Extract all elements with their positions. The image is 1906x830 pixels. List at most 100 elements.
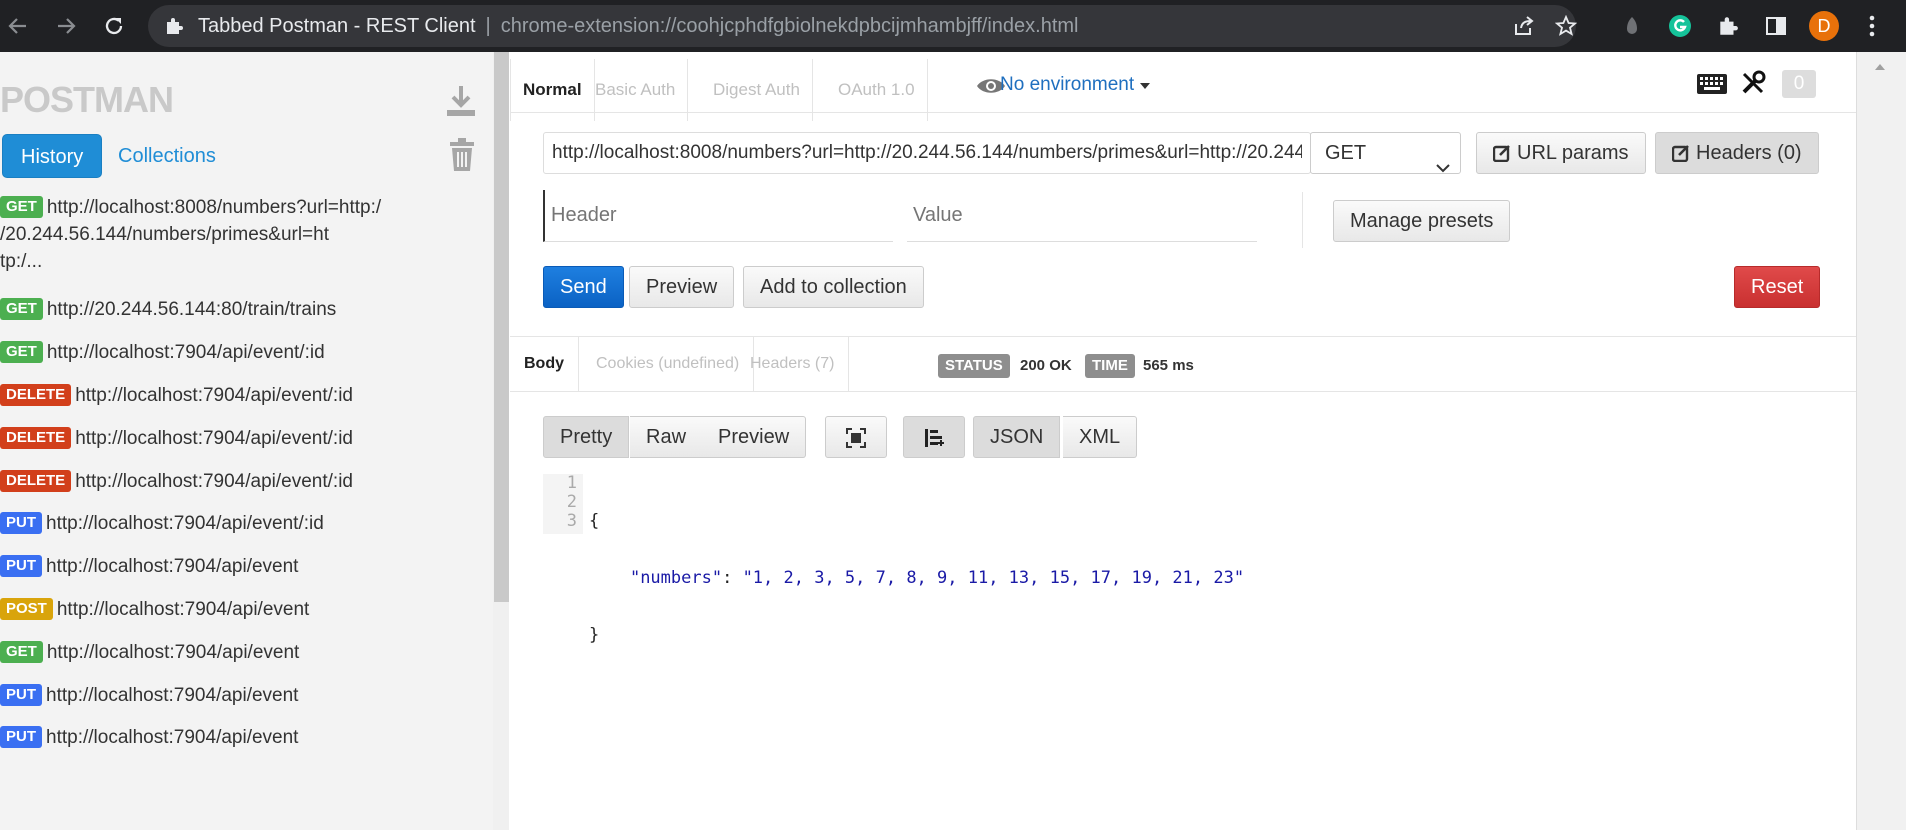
status-value: 200 OK <box>1020 357 1072 374</box>
history-item[interactable]: POST http://localhost:7904/api/event <box>0 596 410 623</box>
extensions-puzzle-icon[interactable] <box>1710 9 1746 43</box>
history-url-line3: tp:/... <box>0 251 43 272</box>
settings-tools-icon[interactable] <box>1740 70 1766 101</box>
json-colon: : <box>722 568 743 588</box>
send-button[interactable]: Send <box>543 266 624 308</box>
download-icon[interactable] <box>446 84 476 123</box>
bookmark-star-icon[interactable] <box>1554 14 1578 42</box>
method-select[interactable]: GET <box>1310 132 1461 174</box>
url-input[interactable] <box>543 132 1311 174</box>
format-json-button[interactable]: JSON <box>973 416 1061 458</box>
scroll-up-icon[interactable] <box>1874 58 1886 76</box>
method-badge: POST <box>0 598 53 620</box>
view-preview-button[interactable]: Preview <box>702 416 807 458</box>
header-key-input[interactable] <box>543 190 893 242</box>
method-badge: PUT <box>0 512 42 534</box>
history-item[interactable]: GET http://localhost:8008/numbers?url=htt… <box>0 194 410 275</box>
history-url: http://localhost:8008/numbers?url=http:/ <box>46 197 382 218</box>
history-item[interactable]: PUT http://localhost:7904/api/event <box>0 682 410 709</box>
history-url: http://localhost:7904/api/event <box>46 727 299 748</box>
history-item[interactable]: PUT http://localhost:7904/api/event <box>0 553 410 580</box>
history-url: http://localhost:7904/api/event <box>46 685 299 706</box>
share-icon[interactable] <box>1513 16 1535 41</box>
line-number: 3 <box>566 511 577 531</box>
page-scrollbar[interactable] <box>1856 52 1906 830</box>
address-bar[interactable]: Tabbed Postman - REST Client | chrome-exte… <box>148 5 1578 47</box>
json-key: "numbers" <box>629 568 723 588</box>
manage-presets-button[interactable]: Manage presets <box>1333 200 1511 242</box>
sidebar: POSTMAN History Collections GET http://lo… <box>0 52 494 830</box>
extension-puzzle-icon <box>164 16 184 41</box>
code-line: { <box>589 512 1244 531</box>
menu-kebab-icon[interactable] <box>1854 9 1890 43</box>
tab-collections[interactable]: Collections <box>100 134 234 178</box>
view-pretty-button[interactable]: Pretty <box>543 416 630 458</box>
add-to-collection-button[interactable]: Add to collection <box>743 266 924 308</box>
code-line: } <box>589 626 1244 645</box>
preview-button[interactable]: Preview <box>629 266 735 308</box>
tab-history[interactable]: History <box>2 134 103 178</box>
sidebar-scrollbar-thumb[interactable] <box>494 52 509 602</box>
url-params-button[interactable]: URL params <box>1476 132 1646 174</box>
reload-icon[interactable] <box>96 9 132 43</box>
response-tab-divider <box>510 391 1856 392</box>
back-icon[interactable] <box>0 9 36 43</box>
history-item[interactable]: GET http://20.244.56.144:80/train/trains <box>0 296 410 323</box>
headers-button[interactable]: Headers (0) <box>1655 132 1819 174</box>
history-url: http://localhost:7904/api/event <box>56 599 310 620</box>
url-separator: | <box>485 15 491 37</box>
headers-label: Headers (0) <box>1696 142 1802 164</box>
history-url: http://localhost:7904/api/event <box>46 556 299 577</box>
url-params-label: URL params <box>1517 142 1629 164</box>
tab-divider <box>510 112 1856 113</box>
main-panel: Normal Basic Auth Digest Auth OAuth 1.0 … <box>510 52 1856 830</box>
edit-icon <box>1492 136 1511 176</box>
history-item[interactable]: DELETE http://localhost:7904/api/event/:i… <box>0 425 410 452</box>
method-badge: GET <box>0 298 43 320</box>
method-badge: DELETE <box>0 384 72 406</box>
view-raw-button[interactable]: Raw <box>630 416 704 458</box>
history-item[interactable]: PUT http://localhost:7904/api/event/:id <box>0 510 410 537</box>
history-url-line2: /20.244.56.144/numbers/primes&url=ht <box>0 224 330 245</box>
history-item[interactable]: DELETE http://localhost:7904/api/event/:i… <box>0 382 410 409</box>
line-number: 2 <box>566 492 577 512</box>
environment-select[interactable]: No environment <box>1000 74 1151 96</box>
json-value: "1, 2, 3, 5, 7, 8, 9, 11, 13, 15, 17, 19… <box>742 568 1245 588</box>
keyboard-icon[interactable] <box>1696 72 1728 101</box>
code-lines: { "numbers": "1, 2, 3, 5, 7, 8, 9, 11, 1… <box>589 474 1244 683</box>
wrap-lines-button[interactable] <box>903 416 965 458</box>
history-item[interactable]: PUT http://localhost:7904/api/event <box>0 724 410 751</box>
grammarly-icon[interactable] <box>1662 9 1698 43</box>
history-item[interactable]: DELETE http://localhost:7904/api/event/:i… <box>0 468 410 495</box>
site-name: Tabbed Postman - REST Client <box>198 15 476 37</box>
fullscreen-button[interactable] <box>825 416 887 458</box>
postman-logo: POSTMAN <box>0 79 174 120</box>
method-badge: GET <box>0 341 43 363</box>
history-url: http://localhost:7904/api/event/:id <box>75 385 353 406</box>
side-panel-icon[interactable] <box>1758 9 1794 43</box>
trash-icon[interactable] <box>448 138 476 177</box>
history-item[interactable]: GET http://localhost:7904/api/event <box>0 639 410 666</box>
method-badge: GET <box>0 196 43 218</box>
caret-down-icon <box>1139 74 1151 95</box>
method-badge: GET <box>0 641 43 663</box>
history-item[interactable]: GET http://localhost:7904/api/event/:id <box>0 339 410 366</box>
forward-icon[interactable] <box>48 9 84 43</box>
line-gutter: 1 2 3 <box>543 474 583 534</box>
extension-icon[interactable] <box>1614 9 1650 43</box>
format-xml-button[interactable]: XML <box>1063 416 1138 458</box>
history-url: http://localhost:7904/api/event/:id <box>46 513 324 534</box>
tab-response-cookies[interactable]: Cookies (undefined) <box>582 337 755 391</box>
json-open-brace: { <box>589 511 600 531</box>
header-value-input[interactable] <box>907 190 1257 242</box>
profile-avatar[interactable]: D <box>1806 9 1842 43</box>
time-label: TIME <box>1085 354 1135 378</box>
method-badge: PUT <box>0 726 42 748</box>
divider <box>1302 192 1303 248</box>
method-badge: DELETE <box>0 470 72 492</box>
history-url: http://20.244.56.144:80/train/trains <box>46 299 337 320</box>
tab-response-body[interactable]: Body <box>510 337 579 391</box>
tab-response-headers[interactable]: Headers (7) <box>736 337 850 391</box>
history-url: http://localhost:7904/api/event/:id <box>75 428 353 449</box>
reset-button[interactable]: Reset <box>1734 266 1821 308</box>
